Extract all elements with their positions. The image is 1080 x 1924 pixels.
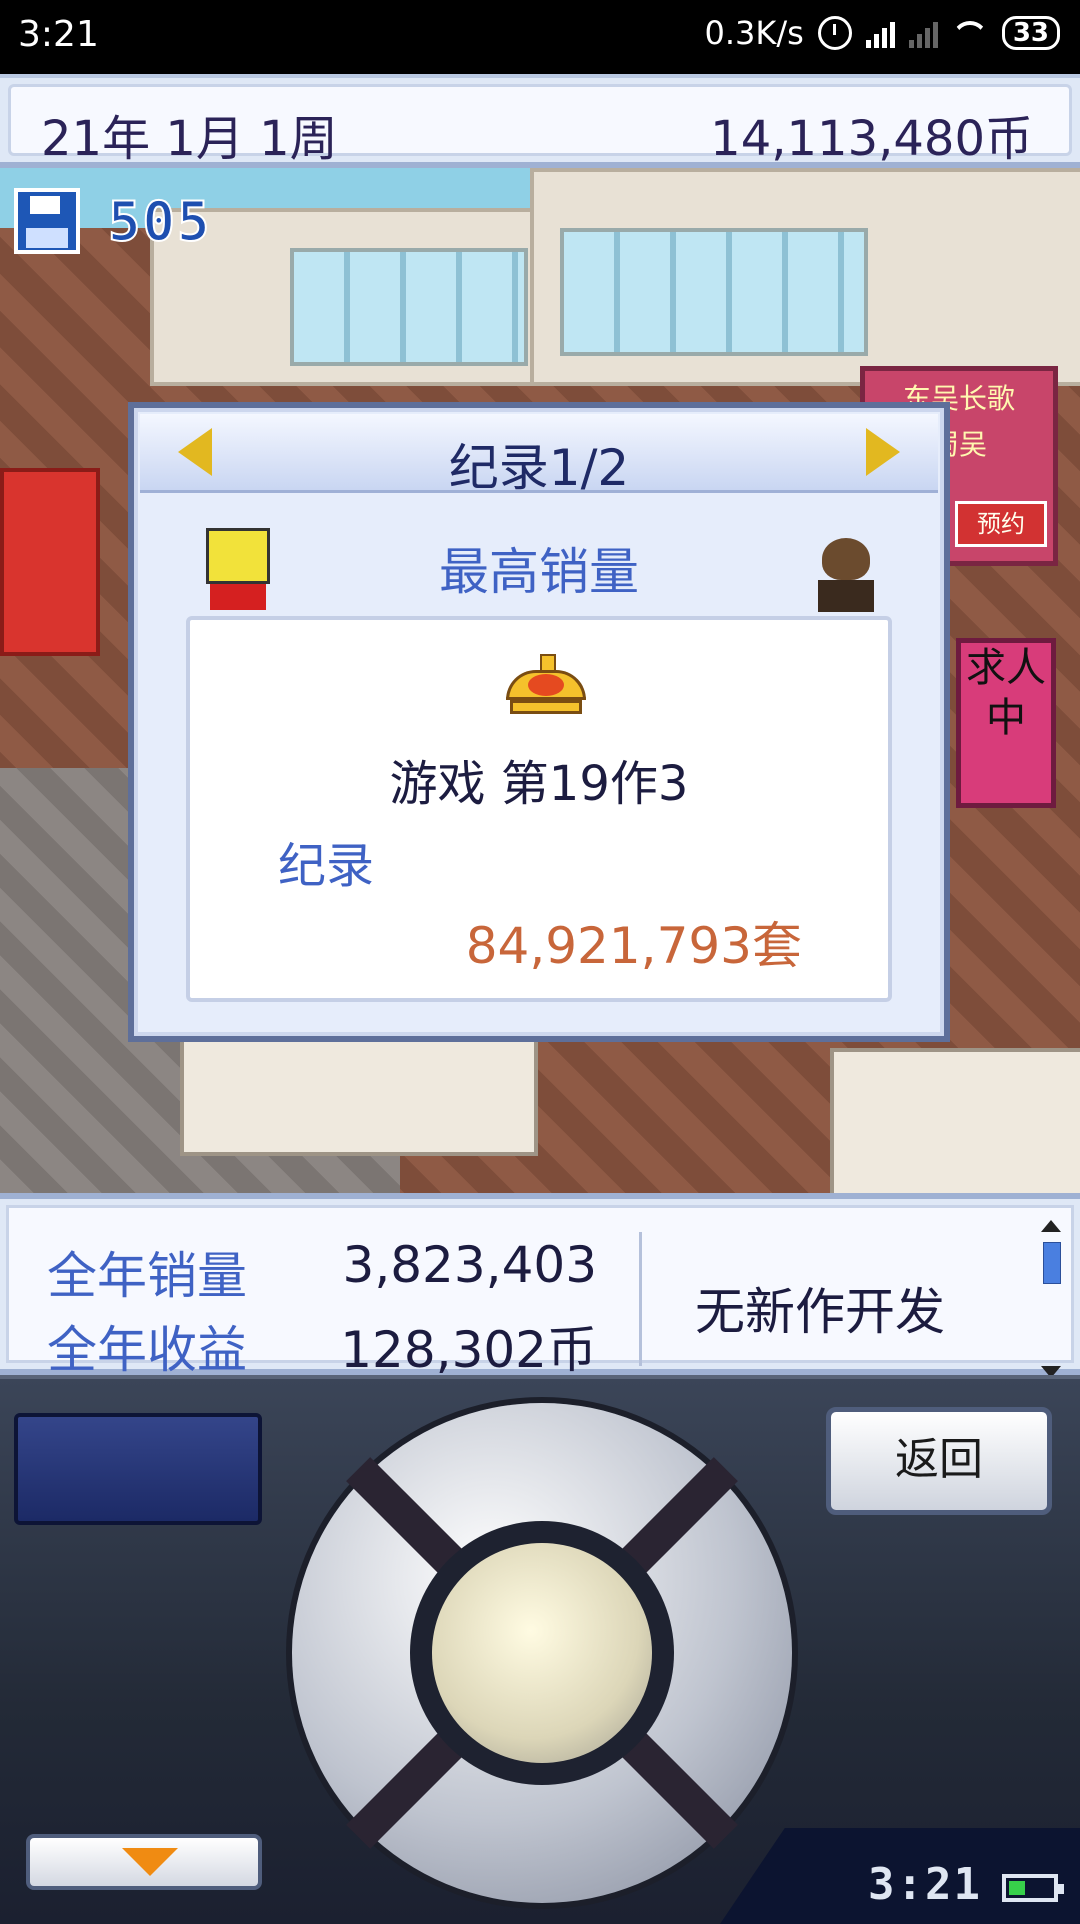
stats-panel: 全年销量 3,823,403 全年收益 128,302币 无新作开发 bbox=[6, 1205, 1074, 1379]
annual-income-label: 全年收益 bbox=[47, 1321, 247, 1379]
recruit-sign: 求人中 bbox=[956, 638, 1056, 808]
status-time: 3:21 bbox=[18, 14, 99, 55]
network-speed: 0.3K/s bbox=[704, 14, 804, 52]
desk bbox=[180, 1028, 538, 1156]
date-money-panel: 21年 1月 1周 14,113,480币 bbox=[8, 84, 1072, 167]
game-date: 21年 1月 1周 bbox=[41, 111, 338, 167]
dpad[interactable] bbox=[292, 1403, 792, 1903]
stats-scrollbar[interactable] bbox=[1041, 1220, 1061, 1378]
promo-badge: 预约 bbox=[955, 501, 1047, 547]
arrow-right-icon[interactable] bbox=[866, 428, 900, 476]
alarm-icon bbox=[817, 16, 852, 50]
save-count: 505 bbox=[107, 189, 212, 254]
save-icon[interactable] bbox=[14, 188, 80, 254]
monkey-character bbox=[818, 538, 874, 614]
window-left bbox=[290, 248, 528, 366]
money-total: 14,113,480币 bbox=[710, 111, 1033, 167]
crown-icon bbox=[506, 654, 586, 716]
status-icons: 0.3K/s 33 bbox=[704, 14, 1060, 52]
wifi-icon bbox=[952, 19, 988, 47]
annual-income-value: 128,302币 bbox=[340, 1321, 597, 1379]
confirm-button[interactable] bbox=[432, 1543, 652, 1763]
signal-2-icon bbox=[908, 18, 938, 48]
annual-stats-bar: 全年销量 3,823,403 全年收益 128,302币 无新作开发 bbox=[0, 1193, 1080, 1379]
blank-blue-button[interactable] bbox=[14, 1413, 262, 1525]
record-dialog: 纪录1/2 最高销量 游戏 第19作3 纪录 84,921,793套 bbox=[128, 402, 950, 1042]
record-label: 纪录 bbox=[278, 838, 375, 894]
back-button[interactable]: 返回 bbox=[826, 1407, 1052, 1515]
scroll-up-icon[interactable] bbox=[1041, 1220, 1061, 1232]
vending-machine bbox=[0, 468, 100, 656]
controller-panel: 返回 3:21 bbox=[0, 1375, 1080, 1924]
status-bar: 3:21 0.3K/s 33 bbox=[0, 0, 1080, 74]
dialog-header: 纪录1/2 bbox=[140, 414, 938, 497]
annual-sales-value: 3,823,403 bbox=[342, 1236, 597, 1294]
dpad-right[interactable] bbox=[662, 1593, 782, 1713]
record-value: 84,921,793套 bbox=[465, 917, 802, 975]
dpad-down[interactable] bbox=[482, 1773, 602, 1893]
stats-divider bbox=[639, 1232, 642, 1366]
triangle-down-icon[interactable] bbox=[26, 1834, 262, 1890]
scroll-thumb[interactable] bbox=[1043, 1242, 1061, 1284]
dpad-up[interactable] bbox=[482, 1413, 602, 1533]
dpad-left[interactable] bbox=[302, 1593, 422, 1713]
signal-icon bbox=[865, 18, 895, 48]
window bbox=[560, 228, 868, 356]
development-status: 无新作开发 bbox=[695, 1283, 945, 1341]
annual-sales-label: 全年销量 bbox=[47, 1247, 247, 1305]
game-battery-icon bbox=[1002, 1874, 1064, 1902]
shelf bbox=[830, 1048, 1080, 1193]
record-game-name: 游戏 第19作3 bbox=[389, 756, 689, 812]
game-clock: 3:21 bbox=[868, 1859, 982, 1910]
dialog-title: 纪录1/2 bbox=[448, 439, 630, 497]
date-money-bar: 21年 1月 1周 14,113,480币 bbox=[0, 74, 1080, 168]
battery-icon: 33 bbox=[1001, 16, 1060, 50]
record-panel: 游戏 第19作3 纪录 84,921,793套 bbox=[186, 616, 892, 1002]
